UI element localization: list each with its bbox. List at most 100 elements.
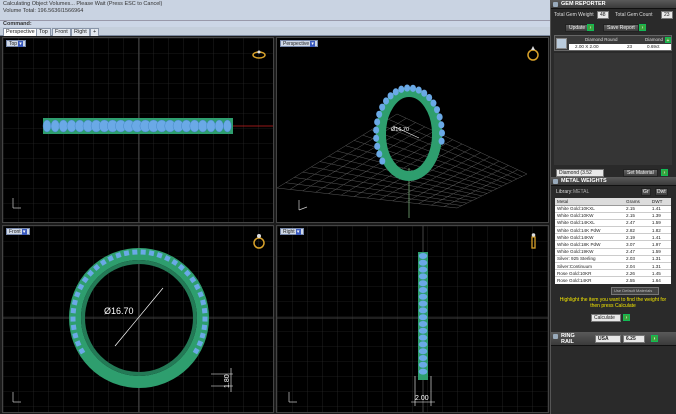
collapse-icon[interactable] xyxy=(553,2,558,7)
ring-view-icon xyxy=(251,232,267,249)
metal-name-cell: Silver: 925 Sterling xyxy=(555,255,625,264)
gem-stone xyxy=(70,316,76,322)
dwt-cell: 1.59 xyxy=(649,248,671,256)
table-row[interactable]: White Gold:14KXL 2.47 1.59 xyxy=(555,219,671,228)
total-weight-label: Total Gem Weight xyxy=(554,12,594,18)
gem-add-button[interactable]: + xyxy=(665,37,671,44)
column-grams[interactable]: Grams xyxy=(624,198,650,206)
grams-cell: 2.47 xyxy=(624,248,650,256)
gem-stone xyxy=(197,119,208,133)
command-prompt[interactable]: Command: xyxy=(0,20,550,27)
gem-stone xyxy=(70,307,77,314)
viewport-label-perspective[interactable]: Perspective ▾ xyxy=(280,40,319,47)
diameter-dimension: Ø16.70 xyxy=(104,306,134,316)
ring-region-select[interactable]: USA xyxy=(595,335,621,343)
gem-stone xyxy=(418,368,428,375)
gem-stone xyxy=(418,327,428,334)
collapse-icon[interactable] xyxy=(553,179,558,184)
right-view-canvas: 2.00 xyxy=(277,226,548,412)
perspective-canvas: Ø16.70 xyxy=(277,84,528,218)
tab-perspective[interactable]: Perspective xyxy=(3,28,38,36)
viewport-label-right[interactable]: Right ▾ xyxy=(280,228,304,235)
tab-top[interactable]: Top xyxy=(36,28,51,36)
gem-stone xyxy=(374,142,381,150)
viewport-right[interactable]: 2.00 Right ▾ xyxy=(276,225,549,413)
ring-view-icon xyxy=(525,232,541,249)
tab-add[interactable]: + xyxy=(90,28,100,36)
side-panel: GEM REPORTER Total Gem Weight 48 Total G… xyxy=(550,0,676,414)
table-row[interactable]: Silver: 925 Sterling 2.03 1.31 xyxy=(555,255,671,264)
gem-list: Diamond Round Diamond 2.00 X 2.00 23 0.6… xyxy=(554,35,672,51)
ring-size-select[interactable]: 6.25 xyxy=(623,335,645,343)
save-report-go-button[interactable]: › xyxy=(639,24,646,31)
thickness-dimension: 1.80 xyxy=(224,374,231,388)
table-row[interactable]: White Gold:10KW 2.15 1.39 xyxy=(555,212,671,220)
grams-cell: 2.82 xyxy=(624,226,650,235)
gem-material-select[interactable]: Diamond (3.52 g/g) xyxy=(556,169,604,182)
gem-stone xyxy=(418,273,428,280)
table-row[interactable]: White Gold:14K PdW 2.82 1.82 xyxy=(555,226,671,235)
dwt-cell: 1.41 xyxy=(649,233,671,242)
gem-stone xyxy=(398,85,405,93)
gem-stone xyxy=(418,321,428,327)
grams-cell: 2.55 xyxy=(624,276,650,284)
gem-stone xyxy=(189,119,200,133)
save-report-button[interactable]: Save Report xyxy=(603,24,639,32)
grams-cell: 2.47 xyxy=(624,219,650,228)
sort-grams-button[interactable]: Gr xyxy=(641,188,651,196)
table-row[interactable]: White Gold:18K PdW 3.07 1.97 xyxy=(555,240,671,249)
ring-view-icon xyxy=(525,44,541,61)
set-material-go-button[interactable]: › xyxy=(661,169,668,176)
update-go-button[interactable]: › xyxy=(587,24,594,31)
metal-name-cell: White Gold:18K PdW xyxy=(555,240,625,249)
table-row[interactable]: Silver:Continuum 2.04 1.31 xyxy=(555,262,671,271)
dwt-cell: 1.31 xyxy=(649,255,671,264)
gem-stone xyxy=(376,110,383,118)
viewport-label-top[interactable]: Top ▾ xyxy=(6,40,27,47)
tab-right[interactable]: Right xyxy=(71,28,90,36)
table-row[interactable]: Rose Gold:10KR 2.26 1.45 xyxy=(555,269,671,278)
metal-name-cell: Silver:Continuum xyxy=(555,262,625,271)
grid-line xyxy=(456,173,528,209)
table-row[interactable]: White Gold:19KW 2.47 1.59 xyxy=(555,248,671,256)
sort-dwt-button[interactable]: Dwt xyxy=(655,188,668,196)
set-material-button[interactable]: Set Material xyxy=(623,169,658,177)
calculate-select[interactable]: Calculate xyxy=(591,314,621,322)
gem-reporter-header[interactable]: GEM REPORTER xyxy=(551,0,676,9)
viewport-perspective[interactable]: Ø16.70 Perspective ▾ xyxy=(276,37,549,223)
gem-stone xyxy=(383,97,390,105)
gem-row[interactable]: 2.00 X 2.00 23 0.69ct xyxy=(569,44,671,50)
gem-stone xyxy=(438,121,445,129)
gem-stone xyxy=(434,106,441,114)
gem-stone xyxy=(379,157,386,165)
ring-rail-go-button[interactable]: › xyxy=(651,335,658,342)
calculate-go-button[interactable]: › xyxy=(623,314,630,321)
viewport-top[interactable]: Top ▾ xyxy=(2,37,274,223)
gem-column-type: Diamond xyxy=(645,37,664,42)
gem-stone xyxy=(42,119,52,133)
gem-stone xyxy=(418,307,428,314)
metal-table[interactable]: Metal Grams DWT White Gold:10KXL 2.15 1.41… xyxy=(555,198,671,284)
metal-name-cell: White Gold:14KW xyxy=(555,233,625,242)
table-row[interactable]: White Gold:14KW 2.19 1.41 xyxy=(555,233,671,242)
column-dwt[interactable]: DWT xyxy=(649,198,671,206)
table-row[interactable]: White Gold:10KXL 2.15 1.41 xyxy=(555,205,671,213)
ring-rail-header[interactable]: RING RAIL USA 6.25 › xyxy=(551,332,676,346)
library-value[interactable]: METAL xyxy=(573,189,589,195)
collapse-icon[interactable] xyxy=(553,334,558,339)
viewport-front[interactable]: Ø16.70 1.80 Front ▾ xyxy=(2,225,274,413)
dwt-cell: 1.64 xyxy=(649,276,671,284)
metal-weights-header[interactable]: METAL WEIGHTS xyxy=(551,177,676,186)
use-default-materials-select[interactable]: Use Default Materials xyxy=(611,287,659,295)
column-metal[interactable]: Metal xyxy=(555,198,625,206)
library-label: Library: xyxy=(556,189,573,195)
gem-stone xyxy=(123,250,130,257)
tab-front[interactable]: Front xyxy=(52,28,71,36)
table-row[interactable]: Rose Gold:14KR 2.55 1.64 xyxy=(555,276,671,284)
gem-stone xyxy=(418,280,428,287)
gem-stone xyxy=(202,316,208,322)
gem-stone xyxy=(438,137,445,145)
gem-stone xyxy=(418,253,428,259)
viewport-label-front[interactable]: Front ▾ xyxy=(6,228,30,235)
update-button[interactable]: Update xyxy=(565,24,590,32)
